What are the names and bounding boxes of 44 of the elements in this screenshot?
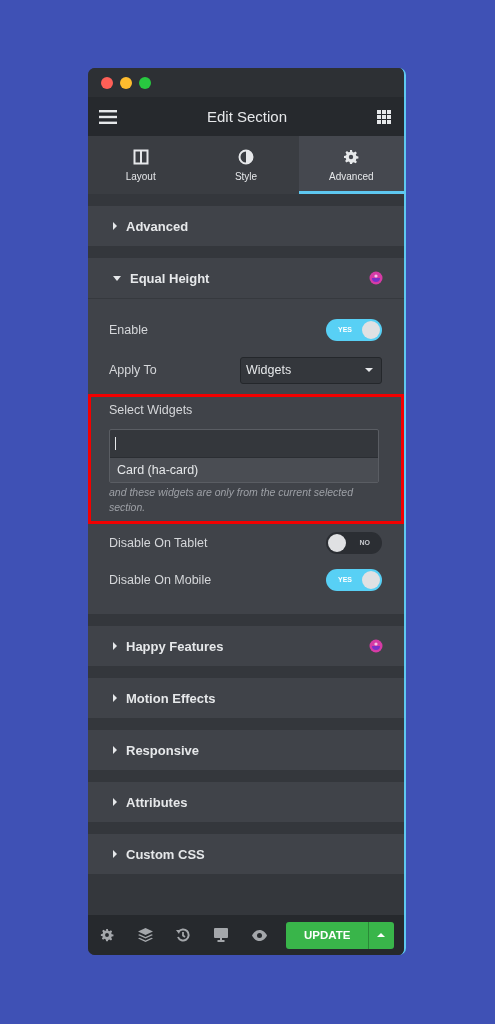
settings-icon bbox=[343, 148, 360, 165]
tab[interactable]: Layout bbox=[88, 136, 194, 194]
select-field[interactable]: Widgets bbox=[240, 356, 382, 384]
minimize-button[interactable] bbox=[120, 76, 132, 89]
section-header[interactable]: Attributes bbox=[88, 782, 404, 822]
field-label: Disable On Tablet bbox=[109, 535, 208, 550]
panel-title: Edit Section bbox=[206, 108, 287, 125]
section-header[interactable]: Advanced bbox=[88, 206, 404, 246]
field-label: Apply To bbox=[109, 363, 157, 377]
more-options-button[interactable] bbox=[367, 921, 395, 949]
eye-icon[interactable] bbox=[251, 929, 267, 941]
field-label: Disable On Mobile bbox=[109, 572, 212, 587]
help-text: and these widgets are only from the current selected section. bbox=[109, 485, 355, 515]
text-cursor bbox=[115, 437, 116, 450]
caret-icon bbox=[113, 275, 121, 281]
contrast-icon bbox=[238, 148, 254, 165]
close-button[interactable] bbox=[101, 76, 113, 89]
caret-icon bbox=[113, 746, 117, 754]
dropdown-option[interactable]: Card (ha-card) bbox=[110, 457, 378, 482]
maximize-button[interactable] bbox=[139, 76, 151, 89]
grid-icon[interactable] bbox=[377, 109, 391, 124]
section-header[interactable]: Responsive bbox=[88, 730, 404, 770]
caret-icon bbox=[377, 933, 386, 937]
section-header[interactable]: Equal Height bbox=[88, 258, 404, 298]
caret-icon bbox=[113, 694, 117, 702]
tab[interactable]: Style bbox=[193, 136, 299, 194]
layers-icon[interactable] bbox=[137, 928, 153, 942]
field-label: Enable bbox=[109, 322, 148, 337]
tab[interactable]: Advanced bbox=[298, 136, 404, 194]
caret-icon bbox=[113, 850, 117, 858]
settings-icon[interactable] bbox=[100, 928, 114, 942]
caret-icon bbox=[113, 642, 117, 650]
badge-icon bbox=[369, 639, 383, 653]
menu-icon[interactable] bbox=[99, 109, 117, 124]
monitor-icon[interactable] bbox=[213, 928, 228, 942]
caret-icon bbox=[113, 798, 117, 806]
badge-icon bbox=[369, 271, 383, 285]
section-header[interactable]: Motion Effects bbox=[88, 678, 404, 718]
history-icon[interactable] bbox=[175, 928, 190, 942]
field-label: Select Widgets bbox=[109, 403, 194, 419]
section-header[interactable]: Custom CSS bbox=[88, 834, 404, 874]
caret-icon bbox=[113, 222, 117, 230]
section-header[interactable]: Happy Features bbox=[88, 626, 404, 666]
columns-icon bbox=[132, 148, 149, 165]
